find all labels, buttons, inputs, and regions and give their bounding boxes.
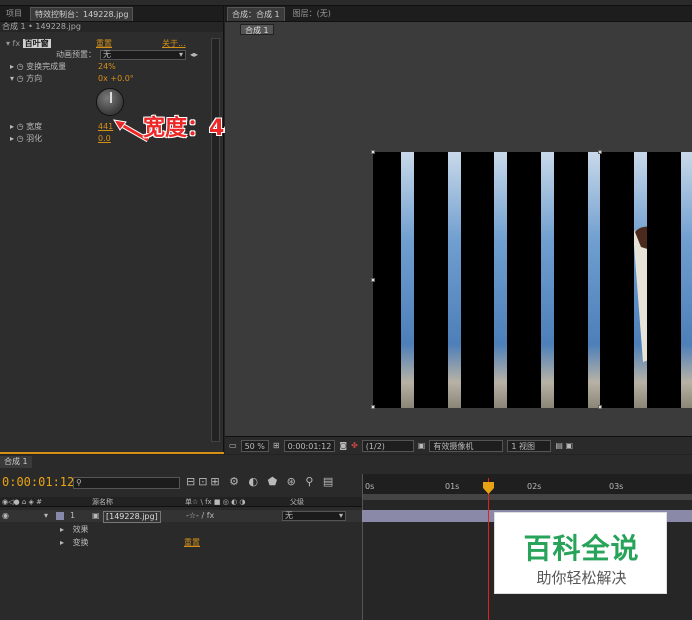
- transform-handle[interactable]: [371, 278, 375, 282]
- layer-name[interactable]: [149228.jpg]: [103, 511, 161, 523]
- tab-project[interactable]: 项目: [2, 7, 26, 20]
- zoom-select[interactable]: 50 %: [240, 439, 269, 452]
- watermark-logo: 百科全说 助你轻松解决: [494, 512, 667, 594]
- right-tab-bar: 合成：合成 1 图层：(无): [225, 6, 692, 22]
- label-color-swatch[interactable]: [56, 512, 64, 520]
- visibility-icon[interactable]: ◉: [2, 510, 9, 522]
- parent-select-value: 无: [285, 511, 293, 520]
- effect-header-row[interactable]: ▾ fx 百叶窗: [6, 38, 51, 49]
- property-row-direction: ▾ ◷ 方向: [10, 73, 42, 84]
- vertical-scrollbar[interactable]: [211, 38, 220, 442]
- animation-preset-label: 动画预置：: [56, 50, 96, 59]
- property-row-width: ▸ ◷ 宽度: [10, 121, 42, 132]
- layer-search-input[interactable]: ⚲: [73, 477, 180, 489]
- width-value[interactable]: 441: [98, 121, 113, 132]
- tab-composition[interactable]: 合成：合成 1: [227, 6, 285, 21]
- animation-preset-value: 无: [103, 50, 111, 59]
- layer-index: 1: [70, 511, 76, 520]
- column-switches: 单☆ \ fx ■ ◎ ◐ ◑: [185, 498, 246, 506]
- direction-value[interactable]: 0x +0.0°: [98, 73, 134, 84]
- transform-reset-button[interactable]: 重置: [184, 537, 200, 549]
- camera-icon[interactable]: ◙: [339, 441, 347, 450]
- chevron-down-icon: ▾: [338, 511, 343, 520]
- property-row-completion: ▸ ◷ 变换完成量: [10, 61, 66, 72]
- left-tab-bar: 项目 特效控制台：149228.jpg: [0, 6, 223, 22]
- timeline-timecode[interactable]: 0:00:01:12: [2, 475, 74, 489]
- timeline-switch-icons[interactable]: ⊟⊡⊞ ⚙ ◐ ⬟ ⊛ ⚲ ▤: [186, 475, 336, 488]
- composition-canvas[interactable]: [373, 152, 692, 408]
- effects-group-row[interactable]: ▸ 效果: [60, 524, 89, 536]
- monitor-icon[interactable]: ▭: [229, 441, 237, 450]
- ruler-tick-label: 01s: [445, 482, 460, 491]
- stopwatch-icon[interactable]: ◷: [17, 122, 24, 131]
- column-parent[interactable]: 父级: [290, 497, 304, 507]
- effects-group-label: 效果: [72, 525, 89, 534]
- color-channel-icon[interactable]: ✤: [351, 441, 358, 450]
- effect-name[interactable]: 百叶窗: [22, 39, 51, 48]
- transform-group-label: 变换: [72, 538, 89, 547]
- tab-effect-controls[interactable]: 特效控制台：149228.jpg: [30, 6, 134, 21]
- search-icon: ⚲: [76, 478, 82, 487]
- collapse-icon[interactable]: ▾: [44, 510, 48, 522]
- expand-icon[interactable]: ▸: [60, 525, 64, 534]
- parent-select[interactable]: 无 ▾: [282, 511, 346, 521]
- preset-nav-arrows[interactable]: ◂▸: [190, 49, 198, 60]
- viewer-timecode[interactable]: 0:00:01:12: [283, 439, 336, 452]
- property-label: 变换完成量: [26, 62, 67, 71]
- grid-icon[interactable]: ⊞: [273, 441, 280, 450]
- property-label: 宽度: [26, 122, 43, 131]
- stopwatch-icon[interactable]: ◷: [17, 62, 24, 71]
- layer-row[interactable]: ◉ ▾ 1 ▣ [149228.jpg] -☆- / fx 无 ▾: [0, 510, 362, 523]
- transform-group-row[interactable]: ▸ 变换: [60, 537, 89, 549]
- transform-handle[interactable]: [371, 405, 375, 409]
- collapse-icon[interactable]: ▾: [10, 74, 14, 83]
- camera-select[interactable]: 有效摄像机: [429, 439, 504, 452]
- transform-handle[interactable]: [371, 150, 375, 154]
- completion-value[interactable]: 24%: [98, 61, 116, 72]
- about-button[interactable]: 关于...: [162, 38, 186, 49]
- expand-icon[interactable]: ▸: [10, 134, 14, 143]
- ruler-tick-label: 0s: [365, 482, 375, 491]
- expand-icon[interactable]: ▸: [60, 538, 64, 547]
- region-icon[interactable]: ▣: [418, 441, 426, 450]
- effect-controls-panel: 项目 特效控制台：149228.jpg 合成 1 • 149228.jpg ▾ …: [0, 6, 224, 454]
- expand-icon[interactable]: ▸: [10, 62, 14, 71]
- effect-controls-subtitle: 合成 1 • 149228.jpg: [0, 22, 223, 32]
- feather-value[interactable]: 0.0: [98, 133, 111, 144]
- chevron-down-icon: ▾: [178, 50, 183, 59]
- property-label: 方向: [26, 74, 43, 83]
- time-ruler[interactable]: 0s 01s 02s 03s: [362, 474, 692, 500]
- watermark-title: 百科全说: [523, 532, 640, 565]
- property-row-feather: ▸ ◷ 羽化: [10, 133, 42, 144]
- reset-button[interactable]: 重置: [96, 38, 112, 49]
- playhead-icon[interactable]: [483, 482, 494, 494]
- resolution-select[interactable]: (1/2): [361, 439, 414, 452]
- fx-icon: ▾ fx: [6, 39, 21, 48]
- av-switch-icons: ◉◁● ⌂ ◈ #: [2, 498, 42, 506]
- venetian-blinds-frame: [373, 152, 692, 408]
- ruler-tick-label: 03s: [609, 482, 624, 491]
- comp-navigator-button[interactable]: 合成 1: [240, 24, 274, 35]
- transform-handle[interactable]: [598, 150, 602, 154]
- layer-switches-icons[interactable]: -☆- / fx: [186, 510, 214, 522]
- tab-layer[interactable]: 图层：(无): [289, 7, 335, 20]
- direction-dial[interactable]: [96, 88, 124, 116]
- view-options-icon[interactable]: ▤ ▣: [555, 441, 573, 450]
- watermark-subtitle: 助你轻松解决: [536, 569, 627, 587]
- transform-handle[interactable]: [598, 405, 602, 409]
- current-time-indicator[interactable]: [488, 478, 489, 620]
- ruler-tick-label: 02s: [527, 482, 542, 491]
- property-label: 羽化: [26, 134, 43, 143]
- image-file-icon: ▣: [92, 511, 100, 520]
- tab-timeline-comp[interactable]: 合成 1: [0, 456, 32, 468]
- timeline-column-header: ◉◁● ⌂ ◈ # 源名称 单☆ \ fx ■ ◎ ◐ ◑ 父级: [0, 497, 362, 507]
- view-layout-select[interactable]: 1 视图: [507, 439, 552, 452]
- viewer-control-bar: ▭ 50 % ⊞ 0:00:01:12 ◙ ✤ (1/2) ▣ 有效摄像机 1 …: [225, 436, 692, 454]
- panel-focus-border: [0, 452, 224, 454]
- expand-icon[interactable]: ▸: [10, 122, 14, 131]
- animation-preset-select[interactable]: 无 ▾: [100, 50, 186, 60]
- stopwatch-icon[interactable]: ◷: [17, 74, 24, 83]
- stopwatch-icon[interactable]: ◷: [17, 134, 24, 143]
- column-source-name[interactable]: 源名称: [92, 497, 113, 507]
